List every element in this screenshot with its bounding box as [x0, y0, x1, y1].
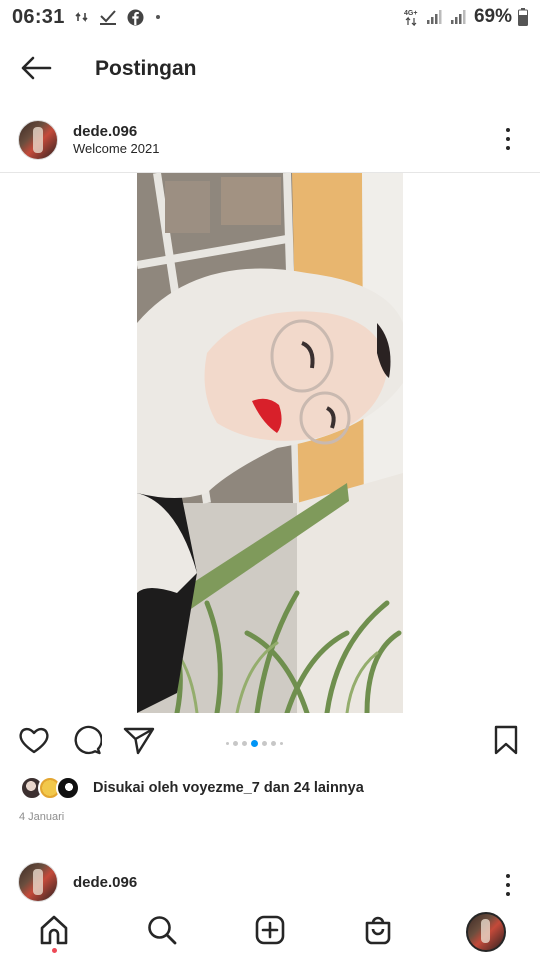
post-username[interactable]: dede.096	[73, 123, 137, 140]
save-button[interactable]	[488, 722, 524, 762]
page-title: Postingan	[95, 57, 197, 80]
status-time: 06:31	[12, 5, 65, 28]
facebook-icon	[127, 9, 144, 26]
liker-avatar	[56, 776, 80, 800]
carousel-dot	[271, 741, 276, 746]
shopping-bag-icon	[362, 914, 394, 951]
heart-icon	[18, 725, 50, 760]
nav-search[interactable]	[140, 910, 184, 954]
nav-create[interactable]	[248, 910, 292, 954]
comment-button[interactable]	[69, 722, 105, 762]
carousel-dot-active	[251, 740, 258, 747]
nav-profile[interactable]	[464, 910, 508, 954]
data-transfer-icon	[75, 10, 89, 24]
search-icon	[146, 914, 178, 951]
carousel-dot	[280, 742, 283, 745]
bottom-nav	[0, 904, 540, 960]
notification-dot-icon	[154, 13, 162, 21]
carousel-dot	[233, 741, 238, 746]
back-button[interactable]	[18, 54, 54, 86]
carousel-indicator	[226, 740, 283, 747]
network-type-label: 4G+	[404, 10, 417, 17]
notification-dot	[52, 948, 57, 953]
battery-percent: 69%	[473, 6, 512, 27]
carousel-dot	[226, 742, 229, 745]
more-vertical-icon	[506, 874, 510, 878]
share-button[interactable]	[121, 722, 157, 762]
post-date: 4 Januari	[19, 811, 65, 823]
signal-icon-2	[450, 9, 468, 25]
post-image[interactable]	[137, 173, 403, 713]
bookmark-icon	[493, 725, 519, 760]
carousel-dot	[242, 741, 247, 746]
post-actions	[0, 722, 540, 764]
network-type-icon: 4G+	[404, 8, 420, 26]
like-button[interactable]	[16, 722, 52, 762]
home-icon	[38, 914, 70, 951]
avatar[interactable]	[18, 120, 58, 160]
signal-icon	[426, 9, 444, 25]
app-header: Postingan	[0, 40, 540, 100]
nav-shop[interactable]	[356, 910, 400, 954]
profile-avatar	[466, 912, 506, 952]
arrow-left-icon	[20, 56, 52, 85]
comment-icon	[72, 725, 103, 760]
send-icon	[123, 725, 155, 760]
battery-icon	[518, 8, 528, 26]
plus-square-icon	[254, 914, 286, 951]
more-options-button[interactable]	[496, 872, 520, 898]
post-header: dede.096 Welcome 2021	[0, 112, 540, 170]
next-post-header: dede.096	[0, 860, 540, 904]
likes-row[interactable]: Disukai oleh voyezme_7 dan 24 lainnya	[18, 774, 518, 804]
status-bar: 06:31 4G+ 69%	[0, 0, 540, 34]
download-check-icon	[99, 9, 117, 25]
post-location[interactable]: Welcome 2021	[73, 141, 159, 156]
more-options-button[interactable]	[496, 126, 520, 152]
more-vertical-icon	[506, 128, 510, 132]
carousel-dot	[262, 741, 267, 746]
next-post-username[interactable]: dede.096	[73, 874, 137, 891]
likes-text[interactable]: Disukai oleh voyezme_7 dan 24 lainnya	[93, 780, 364, 796]
avatar[interactable]	[18, 862, 58, 902]
